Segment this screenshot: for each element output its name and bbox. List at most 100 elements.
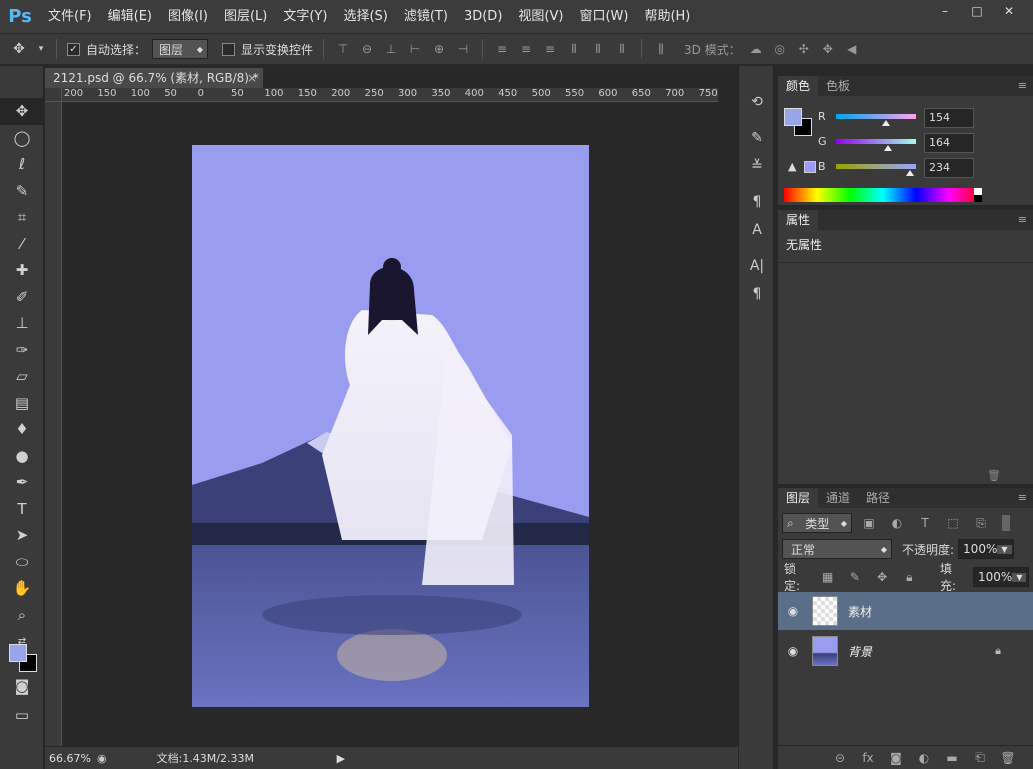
zoom-tool-icon[interactable]: ⌕ bbox=[0, 602, 44, 629]
menu-view[interactable]: 视图(V) bbox=[510, 0, 571, 33]
quick-select-tool-icon[interactable]: ✎ bbox=[0, 178, 44, 205]
green-slider-thumb[interactable] bbox=[884, 145, 892, 151]
trash-icon[interactable]: 🗑 bbox=[997, 751, 1019, 765]
crop-tool-icon[interactable]: ⌗ bbox=[0, 204, 44, 231]
paragraph-icon[interactable]: ¶ bbox=[739, 280, 775, 308]
menu-select[interactable]: 选择(S) bbox=[335, 0, 395, 33]
distribute-hcenter-icon[interactable]: ⫴ bbox=[589, 40, 607, 58]
align-left-icon[interactable]: ⊢ bbox=[406, 40, 424, 58]
close-button[interactable]: ✕ bbox=[993, 2, 1025, 20]
filter-pixel-icon[interactable]: ▣ bbox=[858, 516, 880, 530]
chevron-down-icon[interactable]: ▾ bbox=[36, 38, 46, 60]
trash-icon[interactable]: 🗑 bbox=[987, 469, 1001, 482]
panel-menu-icon[interactable]: ≡ bbox=[1018, 79, 1027, 92]
foreground-swatch[interactable] bbox=[784, 108, 802, 126]
panel-menu-icon[interactable]: ≡ bbox=[1018, 491, 1027, 504]
color-spectrum-bar[interactable] bbox=[784, 188, 982, 202]
menu-image[interactable]: 图像(I) bbox=[160, 0, 216, 33]
3d-scale-icon[interactable]: ◀ bbox=[843, 40, 861, 58]
auto-select-dropdown[interactable]: 图层 ◆ bbox=[152, 39, 209, 59]
distribute-top-icon[interactable]: ≡ bbox=[493, 40, 511, 58]
screen-mode-icon[interactable]: ▭ bbox=[0, 702, 44, 729]
filter-toggle[interactable] bbox=[1002, 515, 1010, 531]
blue-slider-thumb[interactable] bbox=[906, 170, 914, 176]
chevron-down-icon[interactable]: ▼ bbox=[1012, 572, 1027, 582]
tab-swatches[interactable]: 色板 bbox=[818, 76, 858, 96]
blue-slider[interactable] bbox=[836, 164, 916, 169]
lock-position-icon[interactable]: ✥ bbox=[872, 570, 893, 584]
close-icon[interactable]: × bbox=[247, 68, 257, 88]
green-value-input[interactable]: 164 bbox=[924, 133, 974, 153]
menu-file[interactable]: 文件(F) bbox=[40, 0, 100, 33]
hand-tool-icon[interactable]: ✋ bbox=[0, 575, 44, 602]
menu-3d[interactable]: 3D(D) bbox=[456, 0, 510, 33]
3d-pan-icon[interactable]: ✣ bbox=[795, 40, 813, 58]
align-hcenter-icon[interactable]: ⊕ bbox=[430, 40, 448, 58]
zoom-level[interactable]: 66.67% bbox=[45, 752, 97, 765]
new-layer-icon[interactable]: ⎗ bbox=[969, 750, 991, 765]
layer-name[interactable]: 素材 bbox=[848, 603, 872, 620]
clone-stamp-tool-icon[interactable]: ⊥ bbox=[0, 310, 44, 337]
red-slider[interactable] bbox=[836, 114, 916, 119]
lock-transparent-icon[interactable]: ▦ bbox=[817, 570, 838, 584]
foreground-color-swatch[interactable] bbox=[9, 644, 27, 662]
menu-filter[interactable]: 滤镜(T) bbox=[396, 0, 456, 33]
align-vcenter-icon[interactable]: ⊖ bbox=[358, 40, 376, 58]
fx-icon[interactable]: fx bbox=[857, 751, 879, 765]
distribute-bottom-icon[interactable]: ≡ bbox=[541, 40, 559, 58]
lock-image-icon[interactable]: ✎ bbox=[844, 570, 865, 584]
chevron-down-icon[interactable]: ▼ bbox=[997, 544, 1012, 554]
gradient-tool-icon[interactable]: ▤ bbox=[0, 390, 44, 417]
menu-edit[interactable]: 编辑(E) bbox=[100, 0, 160, 33]
blue-value-input[interactable]: 234 bbox=[924, 158, 974, 178]
auto-align-icon[interactable]: ⫼ bbox=[652, 40, 670, 58]
brush-presets-icon[interactable]: ✎ bbox=[739, 124, 775, 152]
move-tool-icon[interactable]: ✥ bbox=[8, 38, 30, 60]
lock-all-icon[interactable]: 🔒︎ bbox=[899, 570, 920, 585]
show-transform-checkbox[interactable] bbox=[222, 42, 236, 56]
type-tool-icon[interactable]: T bbox=[0, 496, 44, 523]
quick-mask-icon[interactable]: ◙ bbox=[0, 673, 44, 700]
red-value-input[interactable]: 154 bbox=[924, 108, 974, 128]
align-right-icon[interactable]: ⊣ bbox=[454, 40, 472, 58]
eye-icon[interactable]: ◉ bbox=[778, 644, 808, 658]
3d-rotate-icon[interactable]: ☁ bbox=[747, 40, 765, 58]
auto-select-checkbox[interactable]: ✓ bbox=[67, 42, 80, 56]
pen-tool-icon[interactable]: ✒ bbox=[0, 469, 44, 496]
eraser-tool-icon[interactable]: ▱ bbox=[0, 363, 44, 390]
layer-row-background[interactable]: ◉ 背景 🔒︎ bbox=[778, 632, 1033, 670]
filter-smart-object-icon[interactable]: ⎘ bbox=[970, 516, 992, 531]
tab-properties[interactable]: 属性 bbox=[778, 210, 819, 230]
distribute-left-icon[interactable]: ⫴ bbox=[565, 40, 583, 58]
lasso-tool-icon[interactable]: ℓ bbox=[0, 151, 44, 178]
document-canvas[interactable] bbox=[192, 145, 589, 707]
3d-slide-icon[interactable]: ✥ bbox=[819, 40, 837, 58]
tab-layers[interactable]: 图层 bbox=[778, 488, 819, 508]
ellipse-shape-tool-icon[interactable]: ⬭ bbox=[0, 549, 44, 576]
dodge-tool-icon[interactable]: ● bbox=[0, 443, 44, 470]
menu-layer[interactable]: 图层(L) bbox=[216, 0, 275, 33]
healing-brush-tool-icon[interactable]: ✚ bbox=[0, 257, 44, 284]
menu-help[interactable]: 帮助(H) bbox=[636, 0, 698, 33]
link-icon[interactable]: ⊝ bbox=[829, 751, 851, 765]
align-top-icon[interactable]: ⊤ bbox=[334, 40, 352, 58]
distribute-vcenter-icon[interactable]: ≡ bbox=[517, 40, 535, 58]
layer-name[interactable]: 背景 bbox=[848, 643, 872, 660]
minimize-button[interactable]: – bbox=[929, 2, 961, 20]
blend-mode-dropdown[interactable]: 正常 ◆ bbox=[782, 539, 892, 559]
fill-input[interactable]: 100% ▼ bbox=[973, 567, 1029, 587]
spectrum-black-white[interactable] bbox=[974, 188, 982, 202]
red-slider-thumb[interactable] bbox=[882, 120, 890, 126]
expand-arrow-icon[interactable]: ▶ bbox=[337, 752, 345, 765]
adjustment-icon[interactable]: ◐ bbox=[913, 751, 935, 765]
tab-paths[interactable]: 路径 bbox=[858, 488, 898, 508]
path-select-tool-icon[interactable]: ➤ bbox=[0, 522, 44, 549]
ellipse-marquee-tool-icon[interactable]: ◯ bbox=[0, 125, 44, 152]
blur-tool-icon[interactable]: ♦ bbox=[0, 416, 44, 443]
align-bottom-icon[interactable]: ⊥ bbox=[382, 40, 400, 58]
3d-roll-icon[interactable]: ◎ bbox=[771, 40, 789, 58]
mask-icon[interactable]: ◙ bbox=[885, 751, 907, 765]
panel-menu-icon[interactable]: ≡ bbox=[1018, 213, 1027, 226]
move-tool-icon[interactable]: ✥ bbox=[0, 98, 44, 125]
character-icon[interactable]: A| bbox=[739, 252, 775, 280]
